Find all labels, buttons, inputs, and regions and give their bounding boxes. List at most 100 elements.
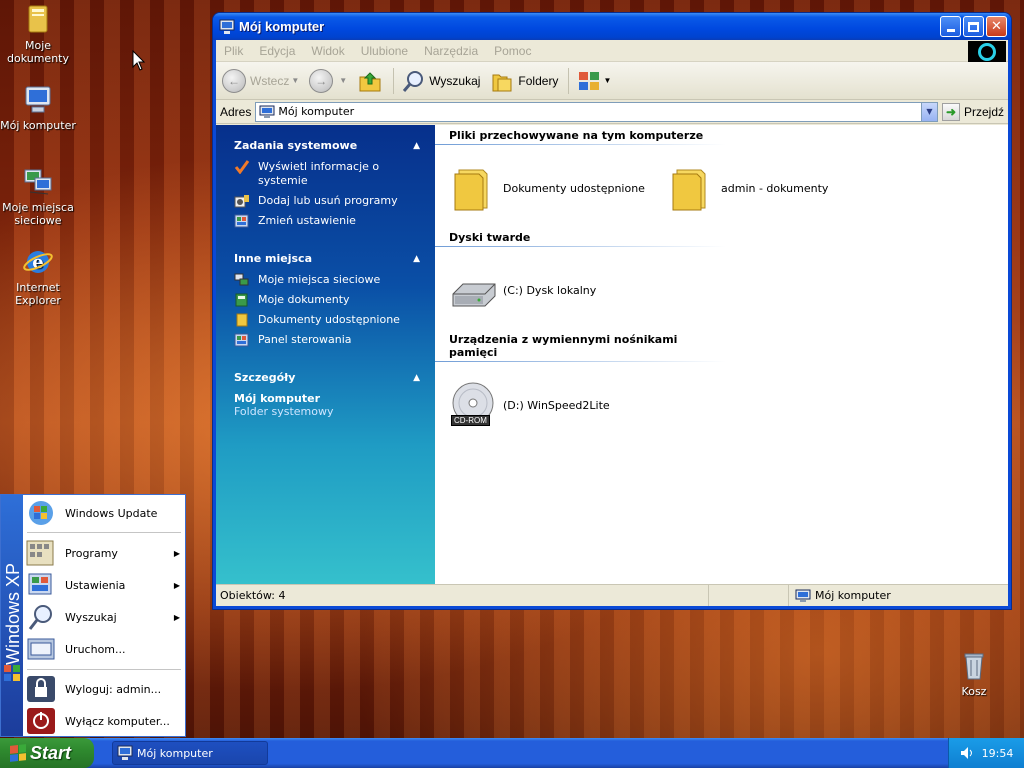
log-off-icon — [27, 676, 55, 702]
internet-explorer-icon: e — [22, 246, 54, 278]
checkmark-icon — [234, 160, 250, 174]
window-title: Mój komputer — [239, 19, 325, 34]
go-label: Przejdź — [963, 104, 1004, 119]
task-label: Mój komputer — [137, 746, 213, 760]
menu-separator — [27, 532, 181, 533]
start-menu: Windows XP Windows Update Programy ▶ Ust… — [0, 494, 186, 737]
dropdown-arrow-icon: ▼ — [603, 76, 612, 85]
folders-label: Foldery — [518, 73, 559, 88]
start-settings[interactable]: Ustawienia ▶ — [23, 569, 185, 601]
desktop-icon-internet-explorer[interactable]: e Internet Explorer — [0, 246, 76, 307]
task-pane: Zadania systemowe ▲ Wyświetl informacje … — [216, 125, 435, 584]
power-icon — [27, 708, 55, 734]
start-windows-update[interactable]: Windows Update — [23, 497, 185, 529]
place-control-panel[interactable]: Panel sterowania — [234, 333, 420, 347]
item-label: (D:) WinSpeed2Lite — [503, 398, 610, 412]
panel-header[interactable]: Szczegóły ▲ — [234, 367, 420, 384]
close-button[interactable]: ✕ — [986, 16, 1007, 37]
menu-edit[interactable]: Edycja — [251, 44, 303, 58]
address-input[interactable]: Mój komputer ▼ — [255, 101, 938, 122]
desktop-icon-recycle-bin[interactable]: Kosz — [936, 650, 1012, 698]
start-programs[interactable]: Programy ▶ — [23, 537, 185, 569]
start-shut-down[interactable]: Wyłącz komputer... — [23, 705, 185, 737]
section-items: (C:) Dysk lokalny — [449, 247, 1008, 333]
collapse-chevron-icon[interactable]: ▲ — [413, 254, 420, 264]
minimize-button[interactable] — [940, 16, 961, 37]
desktop-icon-label: dokumenty — [7, 52, 69, 65]
go-button[interactable]: ➜ Przejdź — [941, 102, 1004, 121]
window-titlebar[interactable]: Mój komputer ✕ — [213, 13, 1011, 40]
cd-drive-icon: CD-ROM — [449, 381, 497, 429]
folders-button[interactable]: Foldery — [490, 69, 558, 93]
computer-icon — [22, 84, 54, 116]
start-item-label: Wyłącz komputer... — [65, 714, 170, 728]
section-header: Urządzenia z wymiennymi nośnikami pamięc… — [435, 333, 725, 362]
place-network-places[interactable]: Moje miejsca sieciowe — [234, 273, 420, 287]
views-button[interactable]: ▼ — [577, 70, 611, 92]
maximize-button[interactable] — [963, 16, 984, 37]
forward-button[interactable]: → ▼ — [309, 68, 348, 93]
menu-file[interactable]: Plik — [216, 44, 251, 58]
address-dropdown-icon[interactable]: ▼ — [920, 102, 937, 121]
volume-icon[interactable] — [960, 746, 974, 760]
task-change-setting[interactable]: Zmień ustawienie — [234, 214, 420, 228]
panel-header[interactable]: Inne miejsca ▲ — [234, 248, 420, 265]
windows-flag-icon — [10, 744, 26, 762]
task-view-system-info[interactable]: Wyświetl informacje o systemie — [234, 160, 420, 188]
dropdown-arrow-icon: ▼ — [339, 76, 348, 85]
task-add-remove-programs[interactable]: Dodaj lub usuń programy — [234, 194, 420, 208]
desktop-icon-my-documents[interactable]: Moje dokumenty — [0, 4, 76, 65]
details-type: Folder systemowy — [234, 405, 334, 418]
list-item[interactable]: Dokumenty udostępnione — [449, 164, 667, 212]
status-bar: Obiektów: 4 Mój komputer — [216, 584, 1008, 606]
start-run[interactable]: Uruchom... — [23, 633, 185, 665]
close-icon: ✕ — [991, 19, 1002, 34]
network-places-icon — [22, 166, 54, 198]
menu-tools[interactable]: Narzędzia — [416, 44, 486, 58]
up-folder-icon — [359, 71, 381, 91]
place-my-documents[interactable]: Moje dokumenty — [234, 293, 420, 307]
collapse-chevron-icon[interactable]: ▲ — [413, 141, 420, 151]
menu-view[interactable]: Widok — [303, 44, 352, 58]
cd-rom-badge: CD-ROM — [451, 415, 490, 426]
status-object-count: Obiektów: 4 — [216, 585, 709, 606]
list-item[interactable]: admin - dokumenty — [667, 164, 885, 212]
place-shared-documents[interactable]: Dokumenty udostępnione — [234, 313, 420, 327]
add-remove-programs-icon — [234, 195, 249, 208]
clock[interactable]: 19:54 — [982, 747, 1014, 760]
item-label: admin - dokumenty — [721, 181, 829, 195]
section-items: Dokumenty udostępnione admin - dokumenty — [449, 145, 1008, 231]
explorer-window[interactable]: Mój komputer ✕ Plik Edycja Widok Ulubion… — [213, 13, 1011, 609]
section-items: CD-ROM (D:) WinSpeed2Lite — [449, 362, 1008, 448]
desktop-icon-network-places[interactable]: Moje miejsca sieciowe — [0, 166, 76, 227]
computer-icon — [259, 105, 275, 118]
start-item-label: Uruchom... — [65, 642, 126, 656]
up-folder-button[interactable] — [357, 69, 383, 93]
place-label: Dokumenty udostępnione — [258, 313, 400, 326]
list-item[interactable]: CD-ROM (D:) WinSpeed2Lite — [449, 381, 667, 429]
section-header: Dyski twarde — [435, 231, 725, 247]
menu-help[interactable]: Pomoc — [486, 44, 539, 58]
windows-logo-throbber — [968, 41, 1006, 62]
panel-title: Inne miejsca — [234, 252, 312, 265]
start-button[interactable]: Start — [0, 738, 94, 768]
folder-icon — [672, 169, 706, 211]
folder-icon — [236, 313, 248, 327]
panel-header[interactable]: Zadania systemowe ▲ — [234, 135, 420, 152]
menu-separator — [27, 669, 181, 670]
submenu-arrow-icon: ▶ — [173, 580, 180, 590]
views-icon — [579, 71, 600, 90]
menu-favorites[interactable]: Ulubione — [353, 44, 416, 58]
back-button[interactable]: ← Wstecz ▼ — [222, 68, 299, 93]
system-tray: 19:54 — [948, 738, 1024, 768]
collapse-chevron-icon[interactable]: ▲ — [413, 373, 420, 383]
submenu-arrow-icon: ▶ — [173, 548, 180, 558]
start-log-off[interactable]: Wyloguj: admin... — [23, 673, 185, 705]
start-search[interactable]: Wyszukaj ▶ — [23, 601, 185, 633]
search-button[interactable]: Wyszukaj — [402, 69, 480, 93]
mouse-cursor-icon — [132, 50, 146, 71]
taskbar-button-my-computer[interactable]: Mój komputer — [112, 741, 268, 765]
desktop-icon-my-computer[interactable]: Mój komputer — [0, 84, 76, 132]
list-item[interactable]: (C:) Dysk lokalny — [449, 266, 667, 314]
window-client: Plik Edycja Widok Ulubione Narzędzia Pom… — [216, 40, 1008, 606]
